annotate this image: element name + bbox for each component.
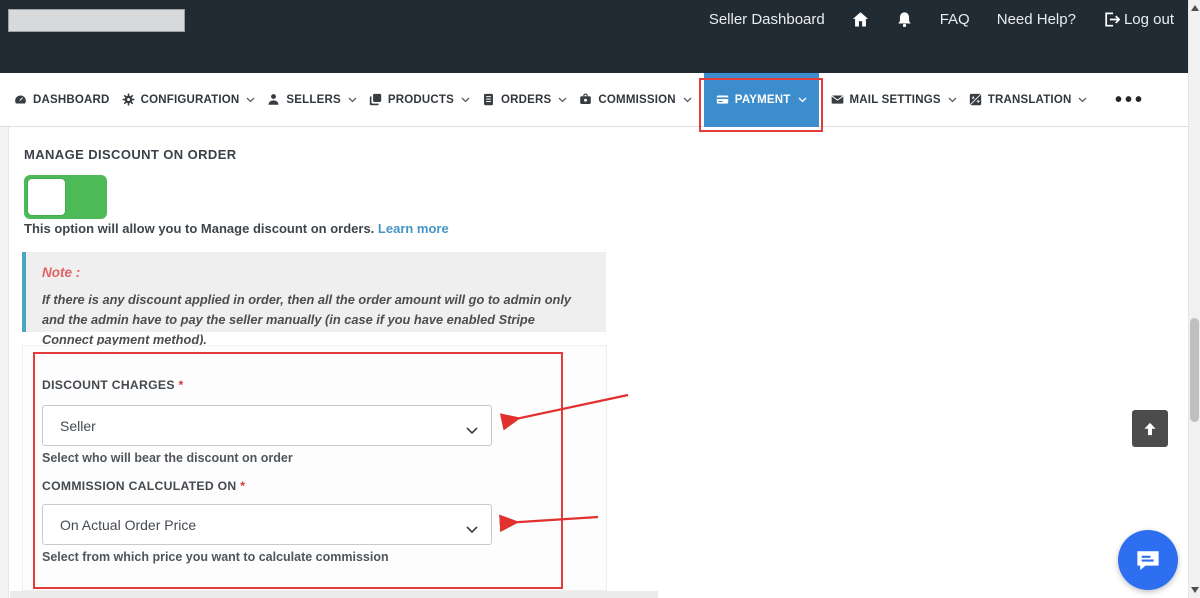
left-edge-strip: [0, 127, 9, 598]
discount-charges-value: Seller: [60, 417, 96, 434]
top-bar: Seller Dashboard FAQ Need Help? Log out: [0, 0, 1200, 73]
scrollbar-down-arrow[interactable]: [1191, 587, 1199, 593]
chevron-down-icon: [948, 97, 957, 103]
envelope-icon: [831, 93, 844, 106]
nav-item-sellers[interactable]: SELLERS: [267, 73, 357, 127]
nav-item-label: TRANSLATION: [987, 93, 1072, 106]
chevron-down-icon: [461, 97, 470, 103]
seller-dashboard-link[interactable]: Seller Dashboard: [709, 11, 825, 28]
home-icon[interactable]: [852, 11, 869, 28]
chevron-down-icon: [348, 97, 357, 103]
page-scrollbar[interactable]: [1188, 0, 1200, 598]
dashboard-icon: [14, 93, 27, 106]
logout-label: Log out: [1123, 10, 1174, 28]
nav-item-mail-settings[interactable]: MAIL SETTINGS: [831, 73, 957, 127]
required-asterisk: *: [240, 479, 246, 493]
commission-calculated-help: Select from which price you want to calc…: [42, 550, 389, 564]
chevron-down-icon: [466, 422, 478, 434]
top-bar-menu: Seller Dashboard FAQ Need Help? Log out: [709, 5, 1174, 33]
nav-item-label: PAYMENT: [734, 93, 791, 106]
toggle-description: This option will allow you to Manage dis…: [24, 221, 449, 236]
commission-calculated-label: COMMISSION CALCULATED ON *: [42, 479, 246, 493]
bell-icon[interactable]: [896, 11, 913, 28]
nav-item-label: MAIL SETTINGS: [849, 93, 941, 106]
nav-item-label: ORDERS: [501, 93, 552, 106]
scroll-to-top-button[interactable]: [1132, 410, 1168, 447]
arrow-up-icon: [1141, 420, 1159, 438]
discount-charges-select[interactable]: Seller: [42, 405, 492, 446]
discount-charges-label: DISCOUNT CHARGES *: [42, 378, 184, 392]
chevron-down-icon: [683, 97, 692, 103]
manage-discount-toggle[interactable]: [24, 175, 107, 219]
commission-calculated-value: On Actual Order Price: [60, 516, 197, 533]
admin-screen: Seller Dashboard FAQ Need Help? Log out …: [0, 0, 1200, 598]
scrollbar-thumb[interactable]: [1190, 318, 1199, 422]
chat-widget-button[interactable]: [1118, 530, 1178, 590]
required-asterisk: *: [178, 378, 184, 392]
nav-item-payment[interactable]: PAYMENT: [698, 72, 823, 132]
chat-bubble-icon: [1133, 545, 1163, 575]
learn-more-link[interactable]: Learn more: [378, 221, 449, 236]
card-bottom-edge: [10, 591, 658, 598]
chevron-down-icon: [1078, 97, 1087, 103]
copy-icon: [369, 93, 382, 106]
chevron-down-icon: [246, 97, 255, 103]
need-help-link[interactable]: Need Help?: [997, 11, 1076, 28]
nav-item-label: COMMISSION: [598, 93, 676, 106]
language-icon: [969, 93, 982, 106]
logo-placeholder: [8, 9, 185, 32]
logout-button[interactable]: Log out: [1103, 11, 1174, 28]
nav-item-label: DASHBOARD: [33, 93, 110, 106]
nav-item-label: SELLERS: [286, 93, 341, 106]
toggle-knob: [27, 178, 66, 216]
settings-content: MANAGE DISCOUNT ON ORDER This option wil…: [0, 127, 1200, 598]
admin-nav-bar: DASHBOARD CONFIGURATION SELLERS PRODUCTS: [0, 72, 1200, 132]
chevron-down-icon: [798, 97, 807, 103]
section-title: MANAGE DISCOUNT ON ORDER: [24, 147, 237, 162]
nav-overflow-menu[interactable]: •••: [1115, 90, 1145, 110]
chevron-down-icon: [558, 97, 567, 103]
commission-calculated-select[interactable]: On Actual Order Price: [42, 504, 492, 545]
user-icon: [267, 93, 280, 106]
list-icon: [482, 93, 495, 106]
nav-item-translation[interactable]: TRANSLATION: [969, 73, 1088, 127]
note-box: Note : If there is any discount applied …: [22, 252, 606, 347]
chevron-down-icon: [466, 521, 478, 533]
gear-icon: [121, 93, 135, 106]
nav-item-label: CONFIGURATION: [140, 93, 240, 106]
nav-item-products[interactable]: PRODUCTS: [369, 73, 470, 127]
faq-link[interactable]: FAQ: [940, 11, 970, 28]
logout-icon: [1103, 11, 1120, 28]
money-icon: [579, 93, 592, 106]
nav-item-commission[interactable]: COMMISSION: [579, 73, 692, 127]
note-body: If there is any discount applied in orde…: [42, 292, 571, 347]
note-title: Note :: [42, 265, 81, 280]
scrollbar-up-arrow[interactable]: [1191, 5, 1199, 11]
toggle-description-text: This option will allow you to Manage dis…: [24, 221, 375, 236]
nav-item-label: PRODUCTS: [387, 93, 454, 106]
nav-item-orders[interactable]: ORDERS: [482, 73, 567, 127]
nav-item-dashboard[interactable]: DASHBOARD: [14, 73, 110, 127]
credit-card-icon: [716, 93, 729, 106]
discount-charges-help: Select who will bear the discount on ord…: [42, 451, 293, 465]
nav-item-configuration[interactable]: CONFIGURATION: [121, 73, 256, 127]
